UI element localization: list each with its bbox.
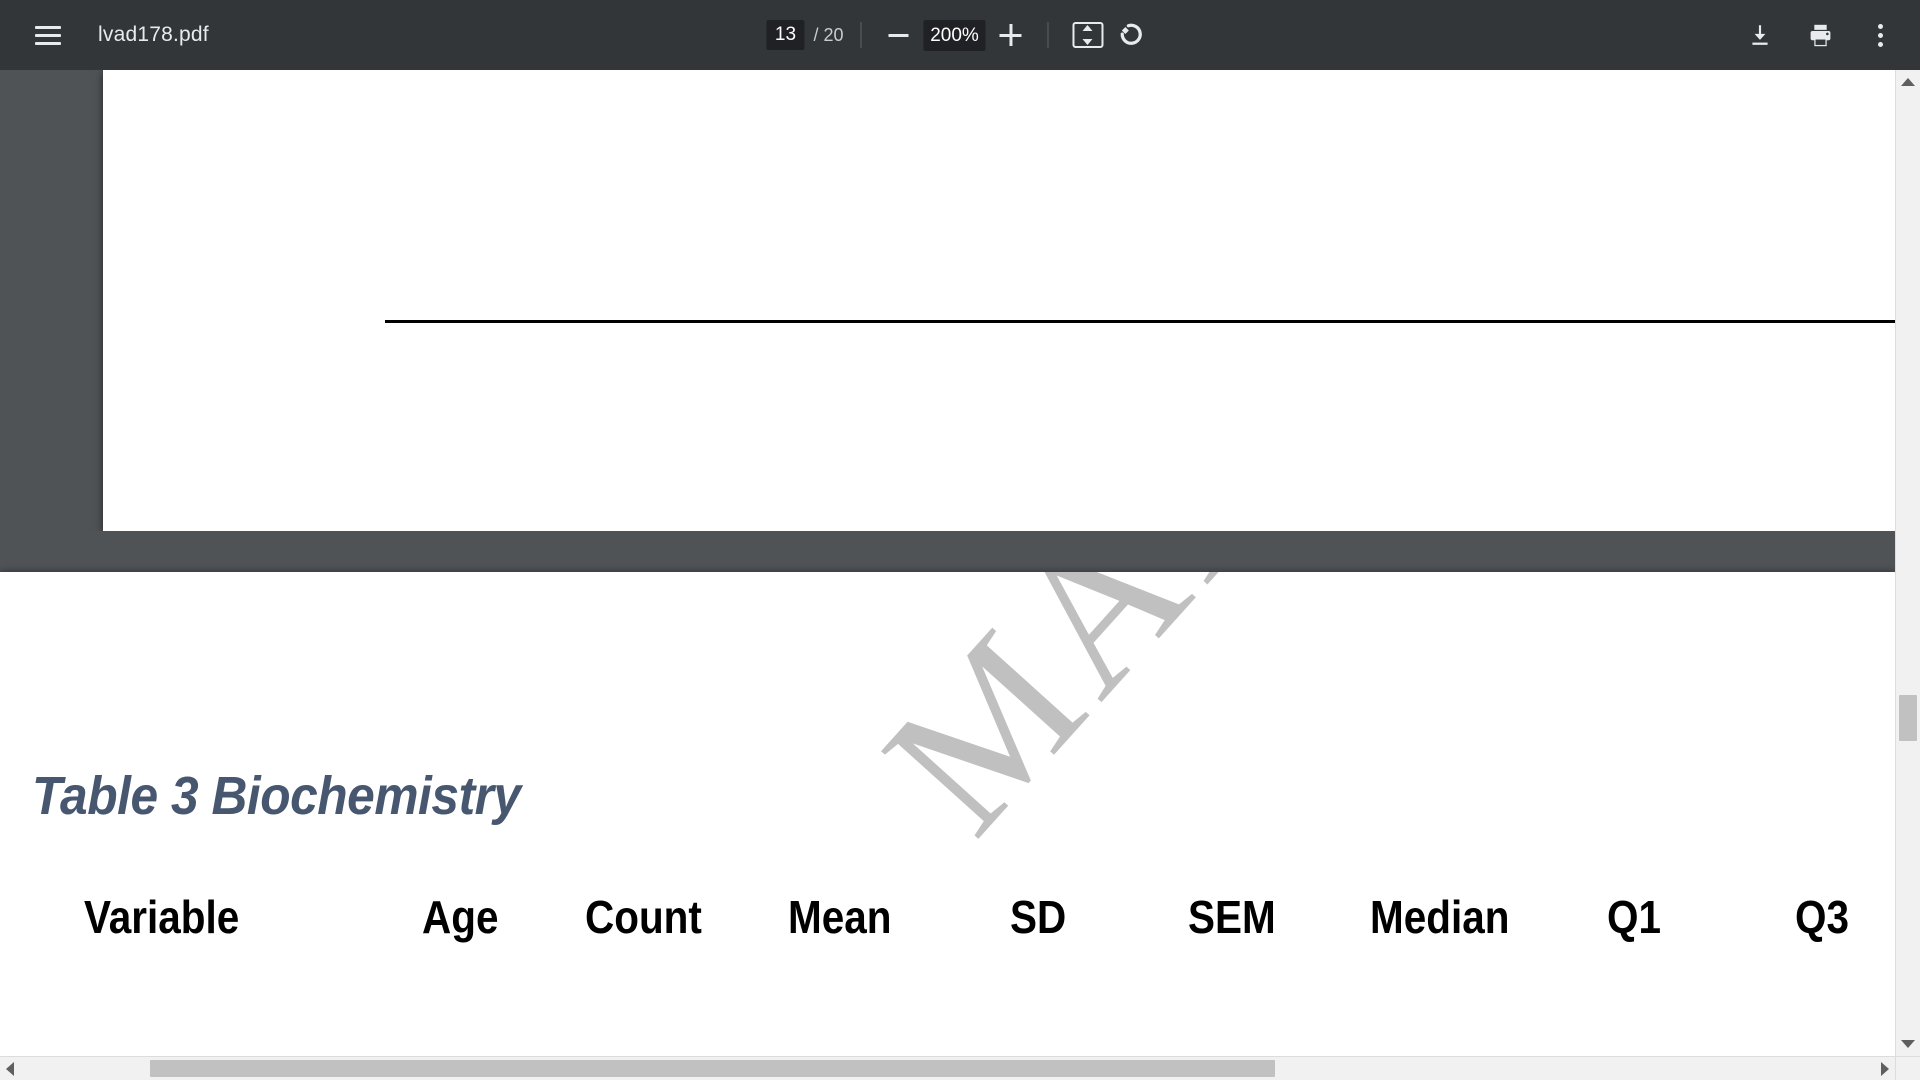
table-title: Table 3 Biochemistry [32, 766, 521, 826]
table-header-q1: Q1 [1607, 891, 1662, 943]
fit-to-page-icon [1072, 22, 1104, 48]
toolbar-divider-1 [860, 22, 862, 48]
hamburger-menu-glyph [35, 25, 61, 45]
more-options-icon [1877, 23, 1883, 47]
minus-icon [888, 33, 909, 37]
page-separator-gap [0, 531, 1920, 572]
scroll-right-arrow-icon[interactable] [1881, 1061, 1889, 1076]
pdf-document-viewport[interactable]: MANUSCRIPT Table 3 Biochemistry Variable… [0, 70, 1920, 1080]
rotate-counterclockwise-icon [1120, 23, 1142, 45]
print-button[interactable] [1798, 13, 1842, 57]
toolbar-center-group: / 20 200% [766, 0, 1153, 70]
plus-icon-vertical [1009, 24, 1013, 46]
table-header-mean: Mean [788, 891, 892, 943]
table-header-variable: Variable [84, 891, 240, 943]
pdf-page-previous [103, 70, 1895, 531]
scroll-up-arrow-icon[interactable] [1901, 78, 1915, 86]
scroll-left-arrow-icon[interactable] [6, 1061, 14, 1076]
vertical-scroll-thumb[interactable] [1899, 695, 1917, 741]
table-header-row: Variable Age Count Mean SD SEM Median Q1… [0, 890, 1895, 960]
fit-to-page-button[interactable] [1066, 13, 1110, 57]
more-options-button[interactable] [1858, 13, 1902, 57]
hamburger-menu-icon[interactable] [26, 13, 70, 57]
zoom-out-button[interactable] [879, 15, 919, 55]
rotate-counterclockwise-button[interactable] [1110, 13, 1154, 57]
table-bottom-rule [385, 320, 1895, 323]
download-button[interactable] [1738, 13, 1782, 57]
zoom-in-button[interactable] [991, 15, 1031, 55]
toolbar-divider-2 [1047, 22, 1049, 48]
file-name-label: lvad178.pdf [98, 23, 209, 46]
toolbar-left-group: lvad178.pdf [0, 13, 209, 57]
page-count-label: / 20 [813, 24, 844, 45]
horizontal-scrollbar[interactable] [0, 1056, 1895, 1080]
pdf-viewer-window: lvad178.pdf / 20 200% [0, 0, 1920, 1080]
table-header-age: Age [422, 891, 499, 943]
manuscript-watermark: MANUSCRIPT [840, 572, 1895, 875]
print-icon [1810, 24, 1830, 46]
table-header-sem: SEM [1188, 891, 1276, 943]
scroll-down-arrow-icon[interactable] [1901, 1040, 1915, 1048]
table-header-median: Median [1370, 891, 1510, 943]
table-header-count: Count [585, 891, 702, 943]
table-header-sd: SD [1010, 891, 1067, 943]
toolbar-right-group [1738, 13, 1902, 57]
vertical-scrollbar[interactable] [1895, 70, 1920, 1056]
page-number-input[interactable] [766, 20, 805, 50]
scrollbar-corner [1895, 1056, 1920, 1080]
horizontal-scroll-thumb[interactable] [150, 1060, 1275, 1077]
pdf-page-current: MANUSCRIPT Table 3 Biochemistry Variable… [0, 572, 1895, 1080]
download-icon [1752, 25, 1768, 45]
pdf-toolbar: lvad178.pdf / 20 200% [0, 0, 1920, 70]
table-header-q3: Q3 [1795, 891, 1850, 943]
zoom-level-display[interactable]: 200% [923, 19, 986, 51]
